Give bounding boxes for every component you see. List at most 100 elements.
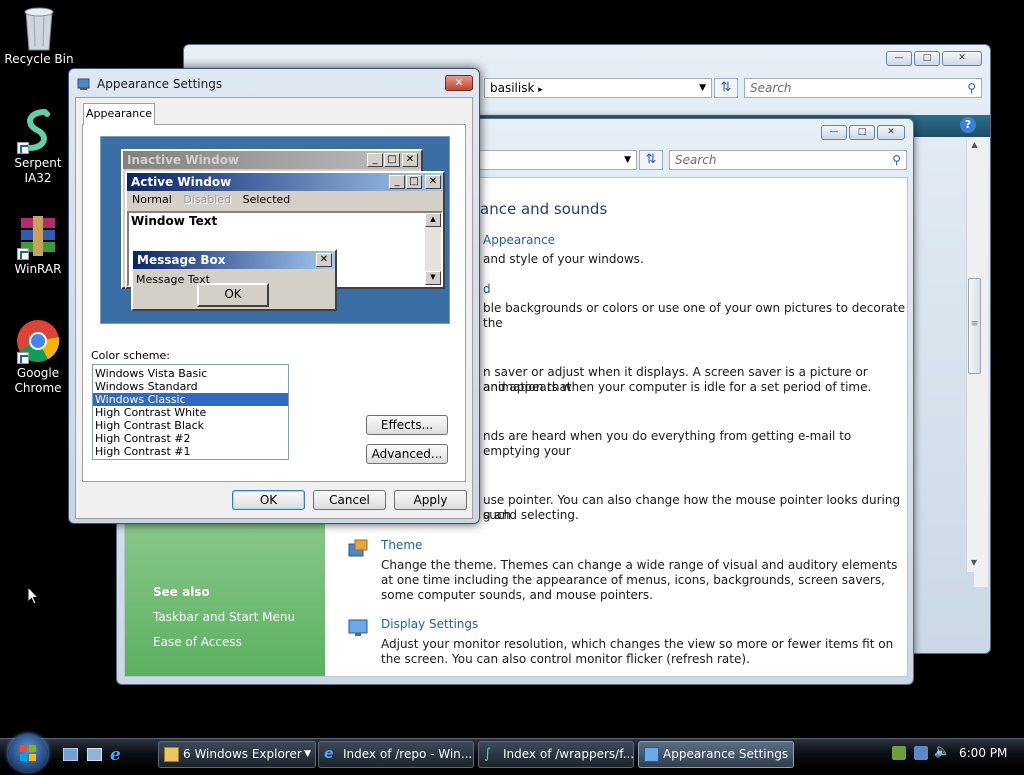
taskbar-button-index-repo[interactable]: e Index of /repo - Win... bbox=[318, 741, 474, 768]
desktop-icon-serpent[interactable]: Serpent IA32 bbox=[0, 108, 76, 186]
theme-link[interactable]: Theme bbox=[381, 538, 422, 552]
preview-maximize-icon: □ bbox=[384, 153, 400, 167]
taskbar-button-index-wrappers[interactable]: ∫ Index of /wrappers/f... bbox=[478, 741, 634, 768]
desktop-icon-winrar[interactable]: WinRAR bbox=[0, 214, 76, 277]
start-button[interactable] bbox=[8, 734, 48, 772]
preview-minimize-icon: _ bbox=[367, 153, 383, 167]
chrome-icon bbox=[15, 318, 61, 364]
desktop-icon-label: WinRAR bbox=[14, 262, 62, 276]
tab-panel: Inactive Window _ □ ✕ Active Window _ □ … bbox=[82, 124, 466, 482]
tab-appearance[interactable]: Appearance bbox=[83, 103, 155, 125]
address-dropdown-icon[interactable]: ▼ bbox=[624, 151, 631, 169]
sidebar-link-taskbar[interactable]: Taskbar and Start Menu bbox=[153, 610, 295, 624]
item-desc: and appears when your computer is idle f… bbox=[483, 380, 872, 394]
item-desc: nds are heard when you do everything fro… bbox=[483, 429, 852, 458]
serpent-small-icon: ∫ bbox=[484, 746, 492, 762]
preview-menu: Normal Disabled Selected bbox=[127, 191, 443, 209]
system-tray: 🔈 6:00 PM bbox=[884, 739, 1024, 769]
serpent-icon bbox=[15, 108, 61, 154]
appearance-settings-dialog[interactable]: Appearance Settings ✕ Appearance Inactiv… bbox=[68, 68, 480, 524]
desktop-icon-label: Serpent IA32 bbox=[14, 156, 62, 185]
item-desc: g and selecting. bbox=[483, 508, 579, 522]
tray-volume-muted-icon[interactable]: 🔈 bbox=[934, 744, 950, 759]
preview-close-icon: ✕ bbox=[425, 175, 441, 189]
advanced-button[interactable]: Advanced... bbox=[366, 444, 448, 464]
item-title-appearance[interactable]: Appearance bbox=[483, 233, 555, 247]
tray-network-icon[interactable] bbox=[892, 746, 906, 760]
display-settings-desc: Adjust your monitor resolution, which ch… bbox=[381, 637, 894, 666]
sidebar-link-ease-of-access[interactable]: Ease of Access bbox=[153, 635, 242, 649]
display-settings-link[interactable]: Display Settings bbox=[381, 617, 478, 631]
display-icon bbox=[644, 747, 659, 762]
scroll-up-arrow-icon[interactable]: ▲ bbox=[967, 140, 982, 154]
desktop-icon-recycle-bin[interactable]: Recycle Bin bbox=[1, 4, 77, 67]
dialog-body: Appearance Inactive Window _ □ ✕ Active … bbox=[75, 97, 473, 519]
scrollbar-thumb[interactable]: ≡ bbox=[968, 278, 981, 374]
scroll-up-arrow-icon: ▲ bbox=[425, 213, 441, 227]
search-icon: ⚲ bbox=[967, 81, 976, 95]
tray-clock[interactable]: 6:00 PM bbox=[959, 746, 1007, 760]
scroll-down-arrow-icon: ▼ bbox=[425, 271, 441, 285]
back-window-scrollbar[interactable]: ▲ ≡ ▼ bbox=[966, 140, 982, 572]
search-icon: ⚲ bbox=[892, 153, 901, 167]
group-dropdown-icon[interactable]: ▼ bbox=[304, 742, 311, 767]
preview-minimize-icon: _ bbox=[389, 175, 405, 189]
quicklaunch-ie-icon[interactable]: e bbox=[110, 745, 121, 765]
preview-msgbox-close-icon: ✕ bbox=[316, 253, 332, 267]
maximize-button[interactable]: □ bbox=[914, 51, 940, 66]
minimize-button[interactable]: — bbox=[821, 125, 847, 140]
ok-button[interactable]: OK bbox=[232, 490, 305, 510]
quicklaunch-switch-windows-icon[interactable] bbox=[87, 748, 102, 761]
color-scheme-list[interactable]: Windows Vista Basic Windows Standard Win… bbox=[92, 364, 289, 460]
taskbar-button-windows-explorer[interactable]: 6 Windows Explorer ▼ bbox=[158, 741, 316, 768]
refresh-button[interactable]: ⇅ bbox=[714, 78, 738, 98]
desktop-icon-label: Google Chrome bbox=[14, 366, 62, 395]
scheme-option[interactable]: High Contrast #1 bbox=[93, 445, 288, 458]
theme-icon bbox=[347, 538, 369, 558]
close-button[interactable]: ✕ bbox=[877, 125, 905, 140]
address-bar[interactable]: basilisk ▸ ▼ bbox=[484, 78, 712, 98]
shortcut-arrow-icon bbox=[17, 248, 29, 260]
scheme-option[interactable]: High Contrast #2 bbox=[93, 432, 288, 445]
scheme-option[interactable]: High Contrast White bbox=[93, 406, 288, 419]
search-input[interactable]: Search ⚲ bbox=[669, 150, 907, 170]
apply-button[interactable]: Apply bbox=[394, 490, 467, 510]
tray-display-icon[interactable] bbox=[914, 746, 928, 760]
effects-button[interactable]: Effects... bbox=[366, 415, 448, 435]
theme-desc: Change the theme. Themes can change a wi… bbox=[381, 558, 898, 602]
preview-scrollbar: ▲ ▼ bbox=[425, 213, 441, 285]
cancel-button[interactable]: Cancel bbox=[313, 490, 386, 510]
address-dropdown-icon[interactable]: ▼ bbox=[699, 79, 706, 97]
see-also-heading: See also bbox=[153, 585, 210, 599]
maximize-button[interactable]: □ bbox=[849, 125, 875, 140]
windows-logo-icon bbox=[20, 745, 36, 761]
scroll-down-arrow-icon[interactable]: ▼ bbox=[967, 558, 981, 572]
close-button[interactable]: ✕ bbox=[942, 51, 982, 66]
scheme-option[interactable]: Windows Vista Basic bbox=[93, 367, 288, 380]
preview-msgbox-title: Message Box bbox=[133, 251, 335, 269]
dialog-close-button[interactable]: ✕ bbox=[445, 75, 473, 91]
folder-icon bbox=[164, 747, 179, 762]
preview-window-text: Window Text bbox=[131, 214, 218, 228]
item-desc: ble backgrounds or colors or use one of … bbox=[483, 301, 906, 330]
dialog-app-icon bbox=[77, 77, 91, 91]
preview-close-icon: ✕ bbox=[402, 153, 418, 167]
display-settings-icon bbox=[347, 618, 369, 638]
minimize-button[interactable]: — bbox=[886, 51, 912, 66]
scheme-option[interactable]: Windows Standard bbox=[93, 380, 288, 393]
shortcut-arrow-icon bbox=[17, 142, 29, 154]
preview-menu-normal: Normal bbox=[132, 193, 172, 206]
help-icon[interactable]: ? bbox=[960, 117, 976, 133]
refresh-button[interactable]: ⇅ bbox=[639, 150, 663, 170]
desktop-icon-chrome[interactable]: Google Chrome bbox=[0, 318, 76, 396]
shortcut-arrow-icon bbox=[17, 352, 29, 364]
address-bar[interactable]: ▼ bbox=[477, 150, 637, 170]
scheme-option[interactable]: High Contrast Black bbox=[93, 419, 288, 432]
desktop-icon-label: Recycle Bin bbox=[4, 52, 74, 66]
taskbar-button-appearance-settings[interactable]: Appearance Settings bbox=[638, 741, 794, 768]
search-input[interactable]: Search ⚲ bbox=[744, 78, 982, 98]
item-title-desktop[interactable]: d bbox=[483, 282, 491, 296]
scheme-option-selected[interactable]: Windows Classic bbox=[93, 393, 288, 406]
item-desc: and style of your windows. bbox=[483, 252, 644, 266]
quicklaunch-show-desktop-icon[interactable] bbox=[63, 748, 78, 761]
